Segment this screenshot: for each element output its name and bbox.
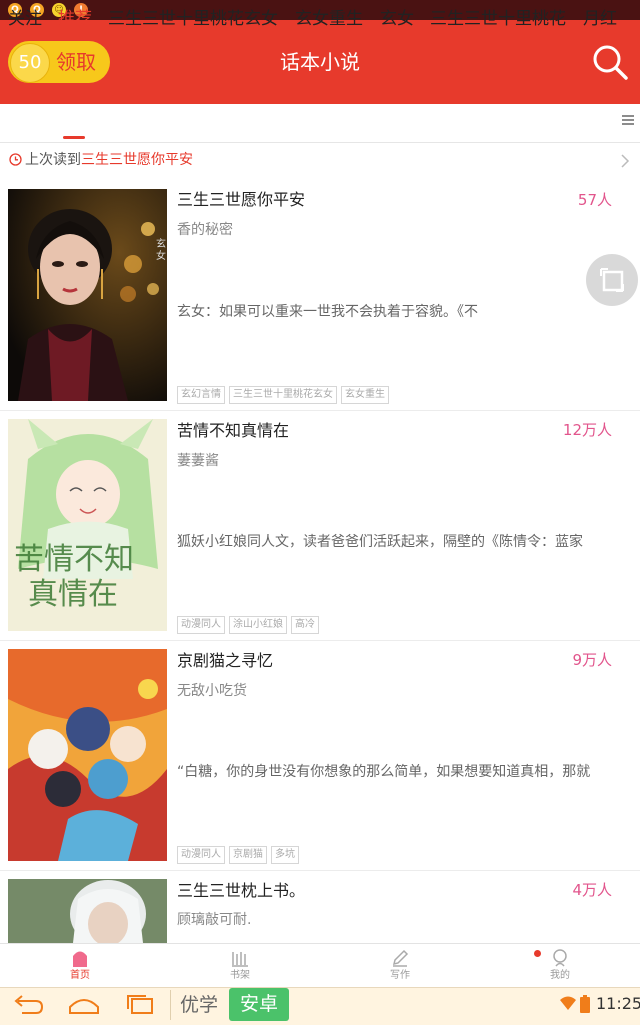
- tag[interactable]: 玄女重生: [341, 386, 389, 404]
- book-cover-image[interactable]: [8, 879, 167, 943]
- reader-count: 12万人: [562, 421, 612, 439]
- wifi-icon: [560, 996, 576, 1010]
- last-read-text: 上次读到三生三世愿你平安: [25, 151, 193, 169]
- tag-list: 动漫同人 京剧猫 多坑: [177, 842, 303, 864]
- book-title[interactable]: 三生三世愿你平安: [177, 189, 305, 211]
- bookshelf-icon: [232, 952, 248, 967]
- clock-time: 11:25: [596, 994, 640, 1013]
- pencil-icon: [392, 949, 409, 967]
- tab-sansheng-xuannv[interactable]: 三生三世十里桃花玄女: [108, 7, 278, 31]
- profile-icon: [553, 949, 567, 967]
- book-title[interactable]: 京剧猫之寻忆: [177, 650, 273, 672]
- battery-icon: [580, 995, 590, 1013]
- reader-count: 57人: [577, 191, 612, 209]
- svg-text:苦情不知: 苦情不知: [14, 542, 134, 577]
- nav-label: 书架: [230, 970, 250, 981]
- nav-label: 首页: [70, 970, 90, 981]
- book-cover-image[interactable]: [8, 649, 167, 861]
- chevron-right-icon: [621, 154, 630, 168]
- ime-android-button[interactable]: 安卓: [229, 988, 289, 1021]
- svg-text:玄: 玄: [156, 237, 166, 250]
- tab-follow[interactable]: 关注: [8, 7, 42, 31]
- nav-label: 写作: [390, 970, 410, 981]
- last-read-book[interactable]: 三生三世愿你平安: [81, 152, 193, 168]
- reader-count: 4万人: [572, 881, 612, 899]
- svg-text:真情在: 真情在: [28, 577, 118, 612]
- search-icon[interactable]: [590, 42, 630, 82]
- ime-youxue-button[interactable]: 优学: [170, 990, 227, 1020]
- book-author: 顾璃敲可耐.: [177, 912, 252, 928]
- nav-label: 我的: [550, 970, 570, 981]
- reader-count: 9万人: [572, 651, 612, 669]
- home-system-icon[interactable]: [66, 993, 102, 1017]
- tab-sansheng-taohua[interactable]: 三生三世十里桃花: [430, 7, 566, 31]
- back-icon[interactable]: [10, 993, 46, 1017]
- claim-label: 领取: [56, 50, 96, 74]
- tag[interactable]: 高冷: [291, 616, 319, 634]
- book-cover-image[interactable]: 苦情不知 真情在: [8, 419, 167, 631]
- tag[interactable]: 三生三世十里桃花玄女: [229, 386, 337, 404]
- tag-list: 玄幻言情 三生三世十里桃花玄女 玄女重生: [177, 382, 393, 404]
- book-author: 萋萋酱: [177, 453, 219, 469]
- menu-icon[interactable]: [620, 112, 636, 128]
- book-description: “白糖，你的身世没有你想象的那么简单，如果想要知道真相，那就: [177, 764, 591, 780]
- book-cover-image[interactable]: 玄 女: [8, 189, 167, 401]
- tab-recommend[interactable]: 推荐: [58, 7, 92, 31]
- notification-dot: [534, 950, 541, 957]
- nav-bookshelf[interactable]: 书架: [200, 944, 280, 986]
- book-title[interactable]: 三生三世枕上书。: [177, 880, 305, 902]
- book-author: 香的秘密: [177, 222, 233, 238]
- nav-profile[interactable]: 我的: [520, 944, 600, 986]
- tag[interactable]: 涂山小红娘: [229, 616, 287, 634]
- category-tabs: [0, 104, 640, 143]
- coin-icon: 50: [10, 43, 50, 83]
- book-description: 玄女：如果可以重来一世我不会执着于容貌。《不: [177, 304, 478, 320]
- tag[interactable]: 动漫同人: [177, 616, 225, 634]
- book-title[interactable]: 苦情不知真情在: [177, 420, 289, 442]
- tag[interactable]: 京剧猫: [229, 846, 267, 864]
- book-author: 无敌小吃货: [177, 683, 247, 699]
- recent-apps-icon[interactable]: [122, 993, 158, 1017]
- active-tab-indicator: [63, 136, 85, 139]
- crop-icon: [600, 268, 624, 292]
- tab-xuannv-rebirth[interactable]: 玄女重生: [295, 7, 363, 31]
- book-description: 狐妖小红娘同人文，读者爸爸们活跃起来，隔壁的《陈情令：蓝家: [177, 534, 583, 550]
- last-read-prefix: 上次读到: [25, 152, 81, 168]
- tag-list: 动漫同人 涂山小红娘 高冷: [177, 612, 323, 634]
- tag[interactable]: 玄幻言情: [177, 386, 225, 404]
- tab-yuehong[interactable]: 月红: [583, 7, 617, 31]
- nav-home[interactable]: 首页: [40, 944, 120, 986]
- home-icon: [73, 951, 87, 967]
- tab-xuannv[interactable]: 玄女: [380, 7, 414, 31]
- clock-icon: [9, 153, 22, 166]
- page-title: 话本小说: [280, 50, 360, 74]
- svg-text:女: 女: [156, 249, 166, 262]
- nav-write[interactable]: 写作: [360, 944, 440, 986]
- tag[interactable]: 动漫同人: [177, 846, 225, 864]
- tag[interactable]: 多坑: [271, 846, 299, 864]
